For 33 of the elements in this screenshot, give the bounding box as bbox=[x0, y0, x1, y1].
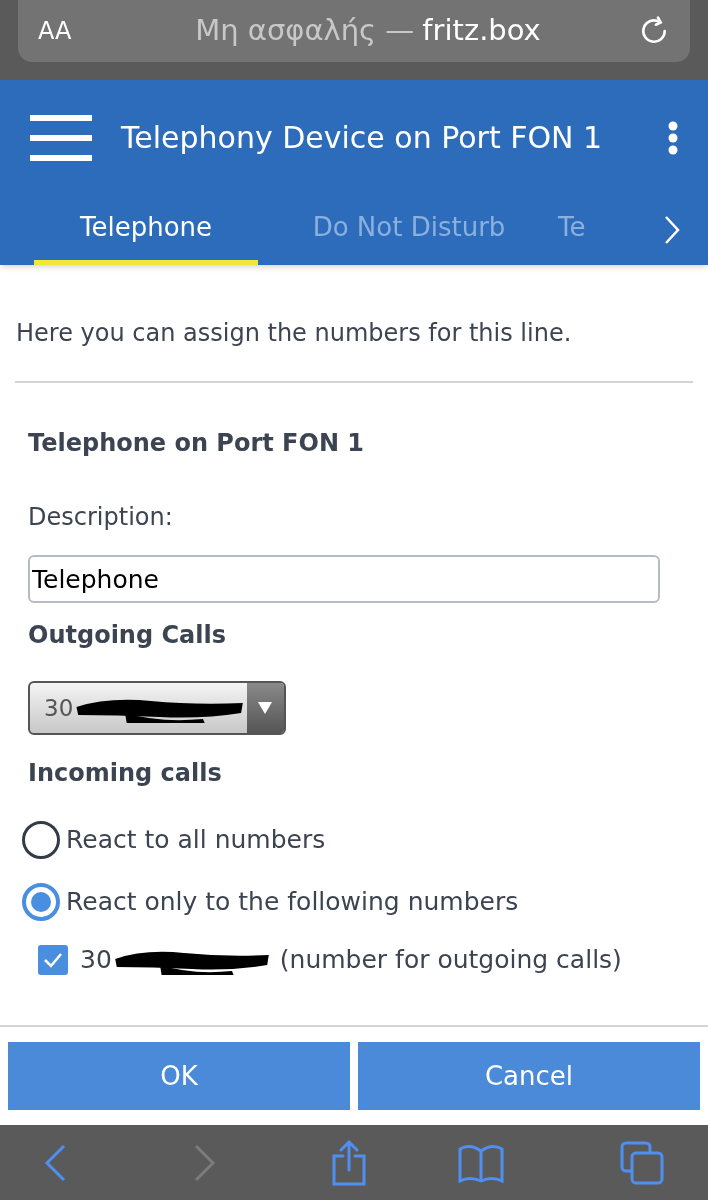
checkbox[interactable] bbox=[38, 944, 68, 975]
radio-button[interactable] bbox=[22, 883, 60, 921]
tabs-icon[interactable] bbox=[620, 1140, 664, 1185]
ok-button[interactable]: OK bbox=[8, 1042, 350, 1110]
chevron-right-icon[interactable] bbox=[664, 215, 680, 245]
domain-text: fritz.box bbox=[422, 12, 541, 50]
section-heading: Telephone on Port FON 1 bbox=[28, 428, 366, 459]
incoming-heading: Incoming calls bbox=[28, 758, 223, 789]
number-note: (number for outgoing calls) bbox=[279, 944, 622, 976]
cancel-button[interactable]: Cancel bbox=[358, 1042, 700, 1110]
page-title: Telephony Device on Port FON 1 bbox=[121, 119, 604, 157]
share-icon[interactable] bbox=[330, 1139, 368, 1186]
tab[interactable]: Telephone bbox=[34, 195, 258, 265]
menu-icon[interactable] bbox=[30, 114, 92, 161]
check-icon bbox=[43, 951, 63, 968]
phone-number: 30 bbox=[80, 944, 112, 976]
tab[interactable]: Do Not Disturb bbox=[294, 195, 524, 265]
radio-option[interactable]: React to all numbers bbox=[22, 821, 686, 859]
description-field[interactable]: Telephone bbox=[28, 555, 660, 603]
back-icon[interactable] bbox=[44, 1143, 66, 1182]
text-size-button[interactable]: AA bbox=[38, 13, 98, 49]
description-label: Description: bbox=[28, 502, 174, 533]
more-icon[interactable] bbox=[668, 120, 678, 155]
intro-text: Here you can assign the numbers for this line. bbox=[16, 318, 573, 349]
security-note: Μη ασφαλής — bbox=[195, 12, 415, 50]
outgoing-heading: Outgoing Calls bbox=[28, 620, 228, 651]
tab[interactable]: Te bbox=[558, 195, 586, 265]
radio-option[interactable]: React only to the following numbers bbox=[22, 883, 686, 921]
radio-button[interactable] bbox=[22, 821, 60, 859]
bookmarks-icon[interactable] bbox=[458, 1142, 504, 1183]
outgoing-select[interactable]: 30 bbox=[28, 681, 286, 735]
dropdown-arrow-icon bbox=[258, 702, 273, 714]
address-bar[interactable]: AA Μη ασφαλής — fritz.box bbox=[18, 0, 690, 62]
